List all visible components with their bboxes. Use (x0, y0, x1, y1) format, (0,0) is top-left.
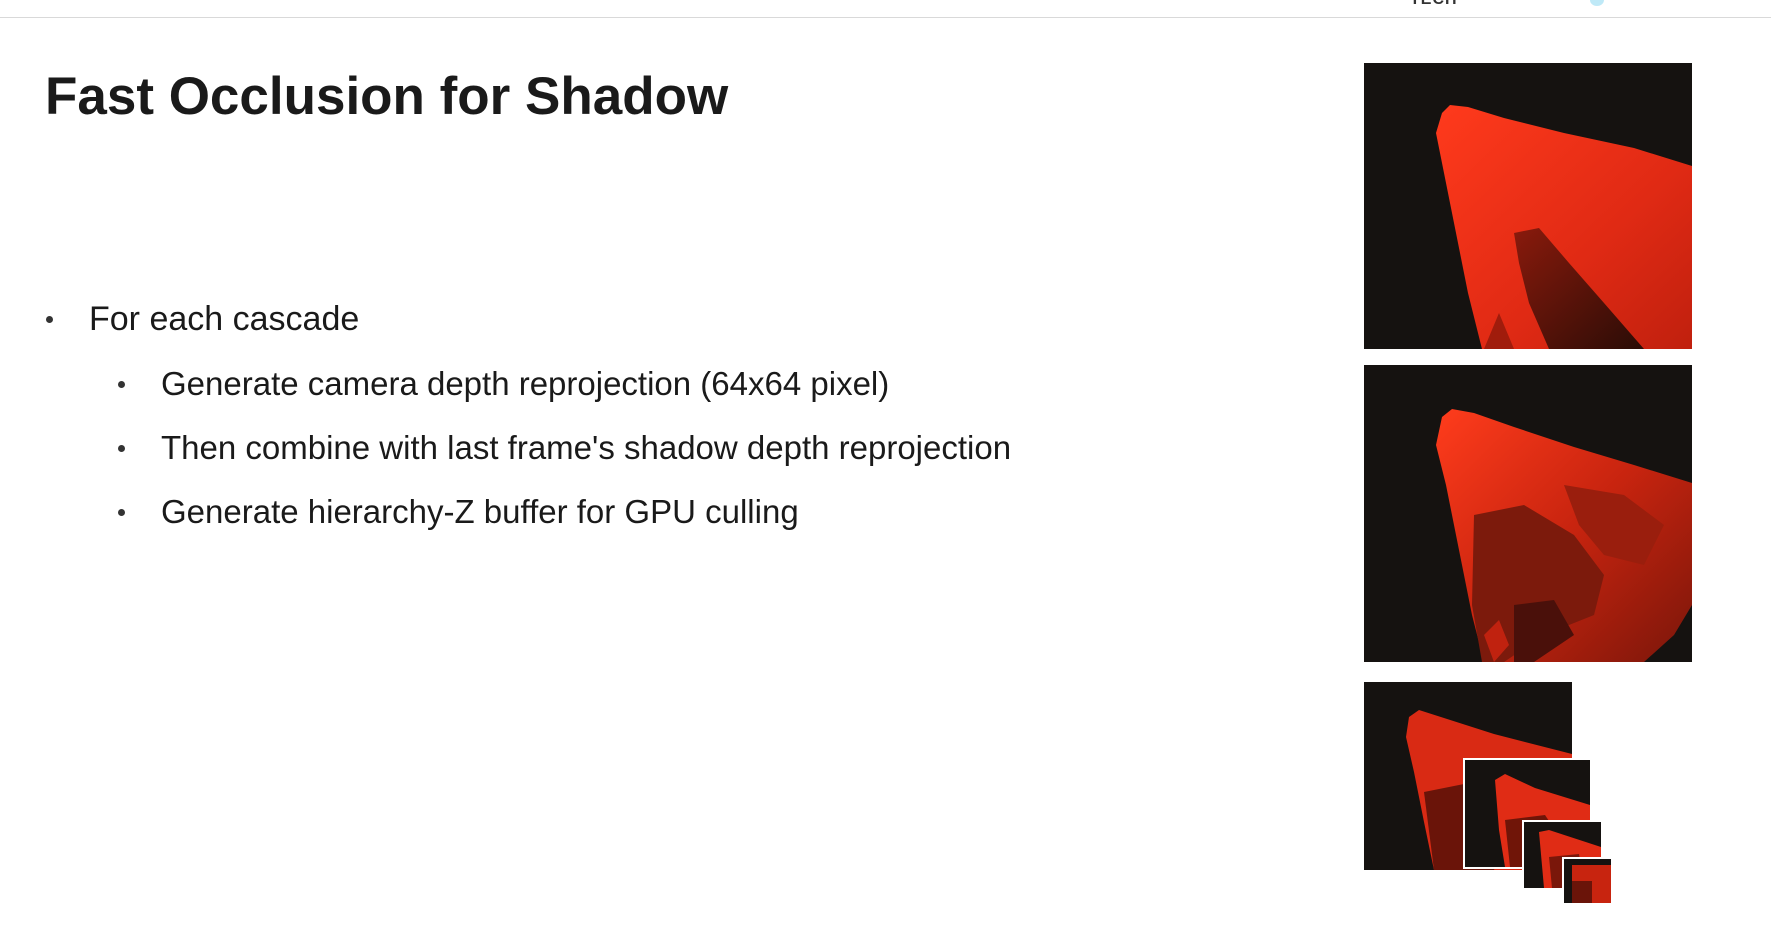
combined-depth-graphic (1436, 409, 1692, 662)
bullet-list: For each cascade Generate camera depth r… (45, 296, 1011, 553)
camera-depth-graphic (1436, 105, 1692, 349)
hiz-mip-level-3 (1564, 859, 1611, 903)
bullet-camera-depth-reprojection: Generate camera depth reprojection (64x6… (45, 361, 1011, 425)
logo-mark-icon (1590, 0, 1604, 6)
company-logo: TECH (1410, 0, 1610, 10)
camera-depth-reprojection-image (1364, 63, 1692, 349)
combined-shadow-depth-image (1364, 365, 1692, 662)
slide-title: Fast Occlusion for Shadow (45, 67, 729, 126)
bullet-dot-icon (118, 381, 125, 388)
hierarchy-z-mip-chain (1364, 682, 1614, 907)
bullet-combine-shadow-reprojection: Then combine with last frame's shadow de… (45, 425, 1011, 489)
bullet-text: Then combine with last frame's shadow de… (161, 429, 1012, 466)
bullet-dot-icon (118, 509, 125, 516)
logo-text: TECH (1410, 0, 1458, 9)
bullet-text: For each cascade (89, 300, 360, 338)
bullet-for-each-cascade: For each cascade (45, 296, 1011, 361)
bullet-dot-icon (46, 316, 53, 323)
bullet-text: Generate hierarchy-Z buffer for GPU cull… (161, 493, 799, 530)
hiz-mip-graphic (1572, 865, 1611, 903)
bullet-hierarchy-z-buffer: Generate hierarchy-Z buffer for GPU cull… (45, 489, 1011, 553)
bullet-dot-icon (118, 445, 125, 452)
top-divider (0, 17, 1771, 18)
bullet-text: Generate camera depth reprojection (64x6… (161, 365, 890, 402)
